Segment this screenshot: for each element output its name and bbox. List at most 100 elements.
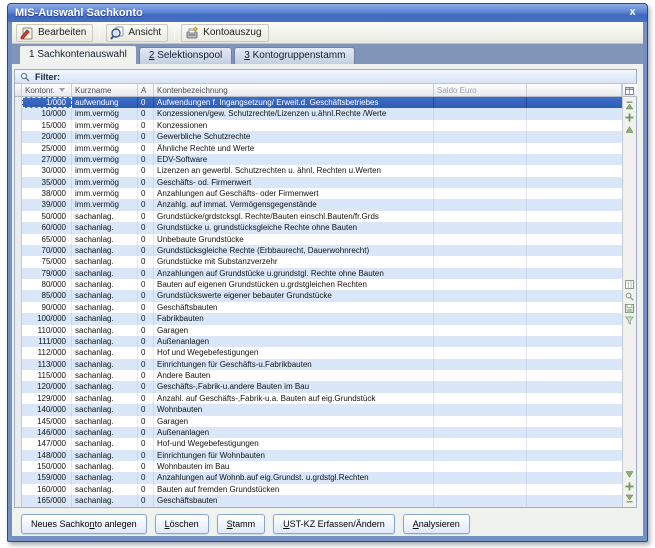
table-row[interactable]: 110/000sachanlag.0Garagen <box>15 325 622 336</box>
table-row[interactable]: 85/000sachanlag.0Grundstückswerte eigene… <box>15 290 622 301</box>
move-up-icon[interactable] <box>625 113 634 122</box>
scroll-down-icon[interactable] <box>625 470 634 479</box>
cell-kontonr: 80/000 <box>22 279 72 290</box>
table-row[interactable]: 35/000imm.vermög0Geschäfts- od. Firmenwe… <box>15 177 622 188</box>
cell-gutter <box>15 290 22 301</box>
cell-kurzname: sachanlag. <box>72 245 138 256</box>
table-row[interactable]: 50/000sachanlag.0Grundstücke/grdstcksgl.… <box>15 211 622 222</box>
close-icon[interactable]: x <box>625 6 640 20</box>
analysieren-button[interactable]: Analysieren <box>403 514 470 534</box>
table-row[interactable]: 38/000imm.vermög0Anzahlungen auf Geschäf… <box>15 188 622 199</box>
cell-kurzname: imm.vermög <box>72 143 138 154</box>
cell-a: 0 <box>138 461 154 472</box>
cell-kontonr: 148/000 <box>22 450 72 461</box>
cell-kurzname: imm.vermög <box>72 177 138 188</box>
table-row[interactable]: 111/000sachanlag.0Außenanlagen <box>15 336 622 347</box>
tab-strip: 1 Sachkontenauswahl 2 Selektionspool 3 K… <box>12 44 643 64</box>
cell-saldo <box>434 427 527 438</box>
cell-kurzname: sachanlag. <box>72 484 138 495</box>
table-row[interactable]: 146/000sachanlag.0Außenanlagen <box>15 427 622 438</box>
cell-a: 0 <box>138 438 154 449</box>
cell-gutter <box>15 268 22 279</box>
cell-extra <box>527 381 622 392</box>
filter-bar[interactable]: Filter: <box>15 70 636 84</box>
cell-a: 0 <box>138 495 154 506</box>
bearbeiten-button[interactable]: Bearbeiten <box>16 24 93 42</box>
cell-extra <box>527 438 622 449</box>
table-row[interactable]: 25/000imm.vermög0Ähnliche Rechte und Wer… <box>15 143 622 154</box>
tab-selektionspool[interactable]: 2 Selektionspool <box>139 47 232 64</box>
table-row[interactable]: 150/000sachanlag.0Wohnbauten im Bau <box>15 461 622 472</box>
ust-kz-erfassen-aendern-button[interactable]: UST-KZ Erfassen/Ändern <box>273 514 395 534</box>
table-row[interactable]: 165/000sachanlag.0Geschäftsbauten <box>15 495 622 506</box>
cell-a: 0 <box>138 97 154 108</box>
columns-icon[interactable] <box>625 280 634 289</box>
table-row[interactable]: 27/000imm.vermög0EDV-Software <box>15 154 622 165</box>
scroll-up-icon[interactable] <box>625 125 634 134</box>
table-row[interactable]: 113/000sachanlag.0Einrichtungen für Gesc… <box>15 359 622 370</box>
table-row[interactable]: 10/000imm.vermög0Konzessionen/gew. Schut… <box>15 108 622 119</box>
cell-a: 0 <box>138 472 154 483</box>
table-row[interactable]: 159/000sachanlag.0Anzahlungen auf Wohnb.… <box>15 472 622 483</box>
table-row[interactable]: 39/000imm.vermög0Anzahlg. auf immat. Ver… <box>15 199 622 210</box>
table-row[interactable]: 148/000sachanlag.0Einrichtungen für Wohn… <box>15 450 622 461</box>
cell-kontonr: 38/000 <box>22 188 72 199</box>
table-row[interactable]: 65/000sachanlag.0Unbebaute Grundstücke <box>15 234 622 245</box>
ansicht-button[interactable]: Ansicht <box>106 24 168 42</box>
cell-gutter <box>15 108 22 119</box>
cell-kontonr: 100/000 <box>22 313 72 324</box>
column-header-kontonr[interactable]: Kontonr. <box>22 84 72 96</box>
cell-a: 0 <box>138 404 154 415</box>
column-header-kontenbezeichnung[interactable]: Kontenbezeichnung <box>154 84 434 96</box>
table-row[interactable]: 140/000sachanlag.0Wohnbauten <box>15 404 622 415</box>
tab-sachkontenauswahl[interactable]: 1 Sachkontenauswahl <box>19 45 137 64</box>
move-down-icon[interactable] <box>625 482 634 491</box>
filter-label: Filter: <box>35 72 60 82</box>
cell-kontonr: 147/000 <box>22 438 72 449</box>
jump-last-icon[interactable] <box>625 494 634 503</box>
table-row[interactable]: 145/000sachanlag.0Garagen <box>15 416 622 427</box>
column-header-kurzname[interactable]: Kurzname <box>72 84 138 96</box>
table-row[interactable]: 60/000sachanlag.0Grundstücke u. grundstü… <box>15 222 622 233</box>
toolbar-separator <box>174 25 175 40</box>
side-icon-strip <box>622 84 636 507</box>
column-chooser-icon[interactable] <box>623 84 637 97</box>
filter-funnel-icon[interactable] <box>625 316 634 325</box>
search-icon[interactable] <box>625 292 634 301</box>
column-header-empty[interactable] <box>527 84 622 96</box>
table-row[interactable]: 79/000sachanlag.0Anzahlungen auf Grundst… <box>15 268 622 279</box>
table-row[interactable]: 20/000imm.vermög0Gewerbliche Schutzrecht… <box>15 131 622 142</box>
table-row[interactable]: 147/000sachanlag.0Hof-und Wegebefestigun… <box>15 438 622 449</box>
kontoauszug-button[interactable]: Kontoauszug <box>181 24 268 42</box>
column-header-saldo-euro[interactable]: Saldo Euro <box>434 84 527 96</box>
toolbar-separator <box>99 25 100 40</box>
table-row[interactable]: 90/000sachanlag.0Geschäftsbauten <box>15 302 622 313</box>
table-row[interactable]: 75/000sachanlag.0Grundstücke mit Substan… <box>15 256 622 267</box>
table-row[interactable]: 120/000sachanlag.0Geschäfts-,Fabrik-u.an… <box>15 381 622 392</box>
table-row[interactable]: 80/000sachanlag.0Bauten auf eigenen Grun… <box>15 279 622 290</box>
stamm-button[interactable]: Stamm <box>217 514 266 534</box>
cell-bez: Grundstücke mit Substanzverzehr <box>154 256 434 267</box>
jump-first-icon[interactable] <box>625 101 634 110</box>
column-header-a[interactable]: A <box>138 84 154 96</box>
cell-kontonr: 10/000 <box>22 108 72 119</box>
neues-sachkonto-anlegen-button[interactable]: Neues Sachkonto anlegen <box>21 514 147 534</box>
table-row[interactable]: 15/000imm.vermög0Konzessionen <box>15 120 622 131</box>
table-row[interactable]: 160/000sachanlag.0Bauten auf fremden Gru… <box>15 484 622 495</box>
loeschen-button[interactable]: Löschen <box>155 514 209 534</box>
table-row[interactable]: 115/000sachanlag.0Andere Bauten <box>15 370 622 381</box>
table-row[interactable]: 100/000sachanlag.0Fabrikbauten <box>15 313 622 324</box>
cell-extra <box>527 211 622 222</box>
table-row[interactable]: 70/000sachanlag.0Grundstücksgleiche Rech… <box>15 245 622 256</box>
cell-kurzname: sachanlag. <box>72 279 138 290</box>
cell-kurzname: imm.vermög <box>72 131 138 142</box>
table-row[interactable]: 112/000sachanlag.0Hof und Wegebefestigun… <box>15 347 622 358</box>
cell-kurzname: aufwendung <box>72 97 138 108</box>
table-row[interactable]: 1/000aufwendung0Aufwendungen f. Ingangse… <box>15 97 622 108</box>
cell-extra <box>527 222 622 233</box>
save-layout-icon[interactable] <box>625 304 634 313</box>
table-row[interactable]: 30/000imm.vermög0Lizenzen an gewerbl. Sc… <box>15 165 622 176</box>
table-row[interactable]: 129/000sachanlag.0Anzahl. auf Geschäfts-… <box>15 393 622 404</box>
cell-kurzname: sachanlag. <box>72 234 138 245</box>
tab-kontogruppenstamm[interactable]: 3 Kontogruppenstamm <box>234 47 355 64</box>
